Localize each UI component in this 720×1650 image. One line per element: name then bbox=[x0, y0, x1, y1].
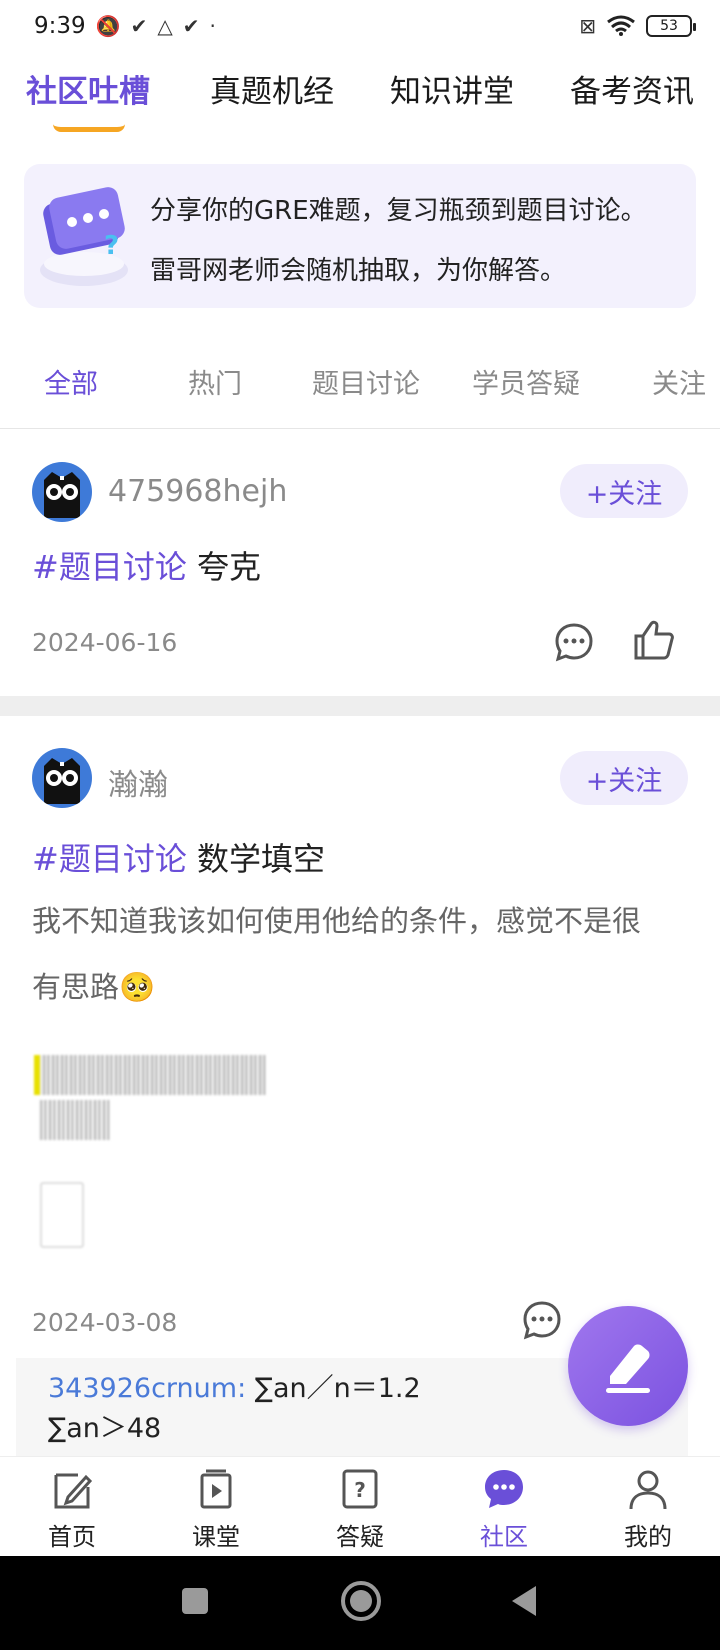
post-body-line: 我不知道我该如何使用他给的条件，感觉不是很 bbox=[32, 904, 642, 938]
home-button[interactable] bbox=[340, 1580, 382, 1622]
banner-line-1: 分享你的GRE难题，复习瓶颈到题目讨论。 bbox=[150, 196, 647, 226]
comment-username[interactable]: 343926crnum: bbox=[48, 1373, 246, 1404]
tab-community-rant[interactable]: 社区吐槽 bbox=[26, 66, 150, 111]
battery-icon: 53 bbox=[646, 15, 696, 37]
post-title[interactable]: #题目讨论 夸克 bbox=[32, 542, 261, 588]
post-title[interactable]: #题目讨论 数学填空 bbox=[32, 834, 325, 880]
nav-label: 我的 bbox=[624, 1523, 672, 1551]
nav-classroom[interactable]: 课堂 bbox=[144, 1457, 288, 1557]
question-icon: ? bbox=[342, 1469, 378, 1509]
wifi-icon bbox=[607, 15, 635, 36]
dot-icon: · bbox=[209, 14, 216, 38]
nav-label: 答疑 bbox=[336, 1523, 384, 1551]
like-icon[interactable] bbox=[632, 618, 676, 662]
play-icon bbox=[200, 1469, 232, 1509]
nav-label: 课堂 bbox=[192, 1523, 240, 1551]
owl-avatar-icon bbox=[44, 472, 80, 518]
active-tab-indicator bbox=[53, 124, 125, 132]
recents-button[interactable] bbox=[180, 1586, 210, 1616]
nav-label: 社区 bbox=[480, 1523, 528, 1551]
attached-image[interactable] bbox=[40, 1100, 110, 1140]
pencil-icon bbox=[606, 1344, 650, 1393]
top-nav: 社区吐槽 真题机经 知识讲堂 备考资讯 bbox=[0, 56, 720, 136]
comment-line: 343926crnum: ∑an／n＝1.2 bbox=[48, 1366, 421, 1405]
status-bar: 9:39 🔕 ✔ △ ✔ · ⊠ 53 bbox=[0, 0, 720, 52]
banner-line-2: 雷哥网老师会随机抽取，为你解答。 bbox=[150, 256, 567, 286]
follow-button[interactable]: +关注 bbox=[560, 751, 688, 805]
status-time: 9:39 bbox=[34, 13, 86, 39]
nav-qa[interactable]: ? 答疑 bbox=[288, 1457, 432, 1557]
username[interactable]: 475968hejh bbox=[108, 474, 287, 509]
bottom-nav: 首页 课堂 ? 答疑 社区 我的 bbox=[0, 1456, 720, 1556]
filter-hot[interactable]: 热门 bbox=[188, 362, 242, 401]
mute-icon: 🔕 bbox=[95, 14, 121, 38]
svg-text:?: ? bbox=[104, 231, 119, 261]
topic-tag[interactable]: #题目讨论 bbox=[32, 548, 187, 586]
comment-line: ∑an＞48 bbox=[48, 1413, 162, 1444]
divider bbox=[0, 428, 720, 429]
owl-avatar-icon bbox=[44, 758, 80, 804]
post-date: 2024-03-08 bbox=[32, 1308, 178, 1337]
avatar[interactable] bbox=[32, 748, 92, 808]
post-separator bbox=[0, 696, 720, 716]
compose-post-button[interactable] bbox=[568, 1306, 688, 1426]
back-button[interactable] bbox=[508, 1584, 540, 1618]
attached-image[interactable] bbox=[40, 1182, 84, 1248]
svg-text:?: ? bbox=[354, 1478, 366, 1502]
comment-icon[interactable] bbox=[552, 620, 596, 664]
drive-icon: △ bbox=[157, 14, 173, 38]
attached-image[interactable] bbox=[34, 1055, 266, 1095]
filter-following[interactable]: 关注 bbox=[652, 362, 706, 401]
edit-icon bbox=[54, 1473, 93, 1509]
post-title-text: 夸克 bbox=[197, 548, 262, 586]
comment-icon[interactable] bbox=[520, 1298, 564, 1342]
nav-label: 首页 bbox=[48, 1523, 96, 1551]
check-icon: ✔ bbox=[182, 14, 200, 38]
user-icon bbox=[629, 1470, 667, 1510]
tab-knowledge-lectures[interactable]: 知识讲堂 bbox=[390, 66, 514, 111]
tab-real-questions[interactable]: 真题机经 bbox=[210, 66, 334, 111]
post-body[interactable]: 我不知道我该如何使用他给的条件，感觉不是很 有思路🥺 bbox=[32, 888, 672, 1020]
system-nav-bar bbox=[0, 1556, 720, 1650]
post-body-line: 有思路🥺 bbox=[32, 970, 156, 1004]
chat-question-icon: ? bbox=[40, 187, 128, 286]
nav-home[interactable]: 首页 bbox=[0, 1457, 144, 1557]
info-banner[interactable]: ? 分享你的GRE难题，复习瓶颈到题目讨论。 雷哥网老师会随机抽取，为你解答。 bbox=[24, 164, 696, 308]
comment-text: ∑an／n＝1.2 bbox=[246, 1373, 421, 1404]
filter-student-qa[interactable]: 学员答疑 bbox=[472, 362, 580, 401]
follow-button[interactable]: +关注 bbox=[560, 464, 688, 518]
post-title-text: 数学填空 bbox=[197, 840, 326, 878]
check-icon: ✔ bbox=[130, 14, 148, 38]
nav-profile[interactable]: 我的 bbox=[576, 1457, 720, 1557]
username[interactable]: 瀚瀚 bbox=[108, 760, 168, 804]
post-date: 2024-06-16 bbox=[32, 628, 178, 657]
topic-tag[interactable]: #题目讨论 bbox=[32, 840, 187, 878]
avatar[interactable] bbox=[32, 462, 92, 522]
nav-community[interactable]: 社区 bbox=[432, 1457, 576, 1557]
sim-off-icon: ⊠ bbox=[579, 14, 596, 38]
tab-exam-news[interactable]: 备考资讯 bbox=[570, 66, 694, 111]
filter-tabs: 全部 热门 题目讨论 学员答疑 关注 bbox=[0, 350, 720, 414]
filter-all[interactable]: 全部 bbox=[44, 362, 98, 401]
filter-question-discussion[interactable]: 题目讨论 bbox=[312, 362, 420, 401]
chat-bubble-icon bbox=[485, 1470, 523, 1508]
